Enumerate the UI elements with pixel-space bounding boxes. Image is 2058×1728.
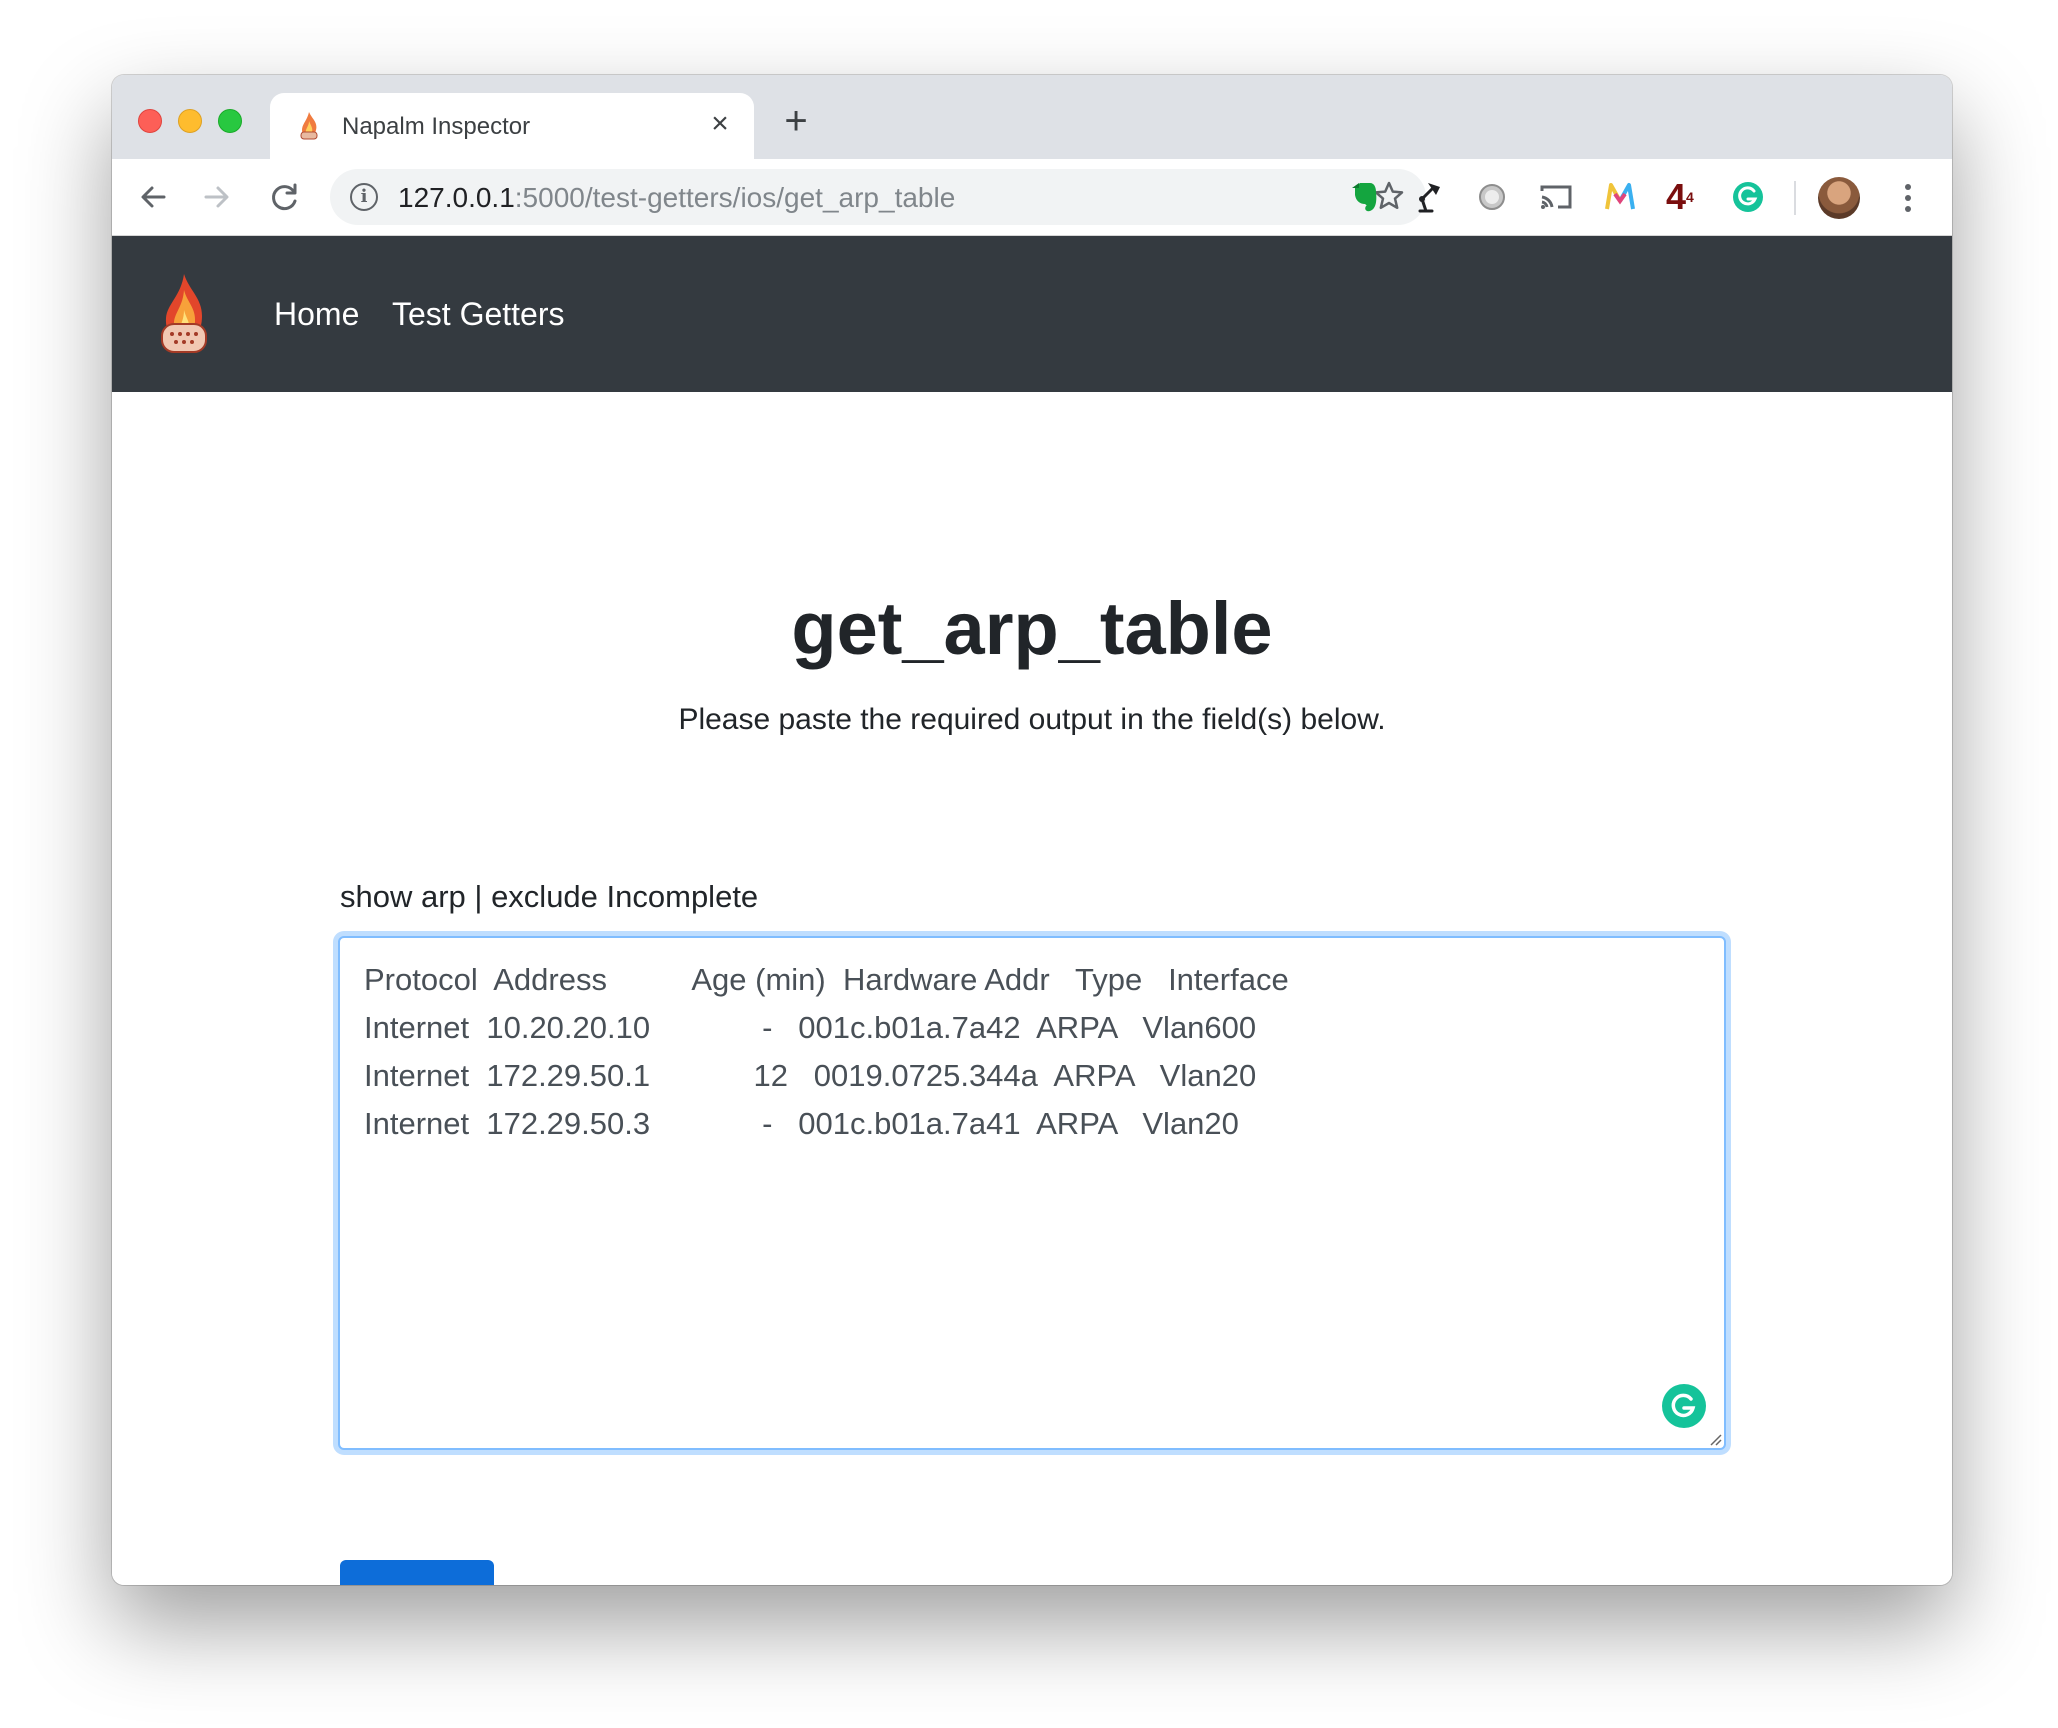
back-arrow-icon[interactable] xyxy=(134,177,174,217)
page-subtitle: Please paste the required output in the … xyxy=(678,703,1386,736)
browser-window: Napalm Inspector × + i 127.0.0.1:5000/te… xyxy=(112,75,1952,1585)
tab-close-icon[interactable]: × xyxy=(704,108,736,140)
page-title: get_arp_table xyxy=(791,587,1273,670)
tab-napalm-inspector[interactable]: Napalm Inspector × xyxy=(270,93,754,159)
site-info-icon[interactable]: i xyxy=(350,183,378,211)
m-icon[interactable] xyxy=(1602,179,1638,215)
tab-strip: Napalm Inspector × + xyxy=(112,75,1952,159)
address-bar[interactable]: i 127.0.0.1:5000/test-getters/ios/get_ar… xyxy=(330,169,1426,225)
four-icon[interactable]: 44 xyxy=(1666,179,1702,215)
tab-title: Napalm Inspector xyxy=(342,113,531,140)
evernote-icon[interactable] xyxy=(1346,179,1382,215)
new-tab-button[interactable]: + xyxy=(776,101,816,142)
forward-arrow-icon[interactable] xyxy=(196,177,236,217)
nav-test-getters-link[interactable]: Test Getters xyxy=(392,296,565,333)
command-output-text[interactable]: Protocol Address Age (min) Hardware Addr… xyxy=(340,938,1724,1448)
grammarly-extension-icon[interactable] xyxy=(1730,179,1766,215)
toolbar-separator xyxy=(1794,181,1796,215)
minimize-window-button[interactable] xyxy=(178,109,202,133)
circle-icon[interactable] xyxy=(1474,179,1510,215)
reload-icon[interactable] xyxy=(264,177,304,217)
four-sup: 4 xyxy=(1686,189,1694,205)
nav-home-link[interactable]: Home xyxy=(274,296,359,333)
napalm-logo-icon[interactable] xyxy=(156,272,212,356)
grammarly-icon[interactable] xyxy=(1662,1384,1706,1428)
submit-button[interactable]: Submit xyxy=(340,1560,494,1585)
command-output-field[interactable]: Protocol Address Age (min) Hardware Addr… xyxy=(338,936,1726,1450)
lamp-icon[interactable] xyxy=(1410,179,1446,215)
url-host: 127.0.0.1 xyxy=(398,182,515,213)
navbar: Home Test Getters xyxy=(112,236,1952,392)
four-label: 4 xyxy=(1666,176,1687,217)
page-content: Home Test Getters get_arp_table Please p… xyxy=(112,236,1952,1585)
cast-icon[interactable] xyxy=(1538,179,1574,215)
maximize-window-button[interactable] xyxy=(218,109,242,133)
profile-avatar[interactable] xyxy=(1818,177,1860,219)
chrome-menu-icon[interactable] xyxy=(1898,179,1918,217)
resize-grip-icon[interactable] xyxy=(1706,1430,1722,1446)
url-path: :5000/test-getters/ios/get_arp_table xyxy=(514,182,956,213)
url-text[interactable]: 127.0.0.1:5000/test-getters/ios/get_arp_… xyxy=(398,182,955,214)
command-field-label: show arp | exclude Incomplete xyxy=(340,879,759,914)
close-window-button[interactable] xyxy=(138,109,162,133)
napalm-favicon-icon xyxy=(300,112,318,140)
browser-toolbar: i 127.0.0.1:5000/test-getters/ios/get_ar… xyxy=(112,159,1952,236)
